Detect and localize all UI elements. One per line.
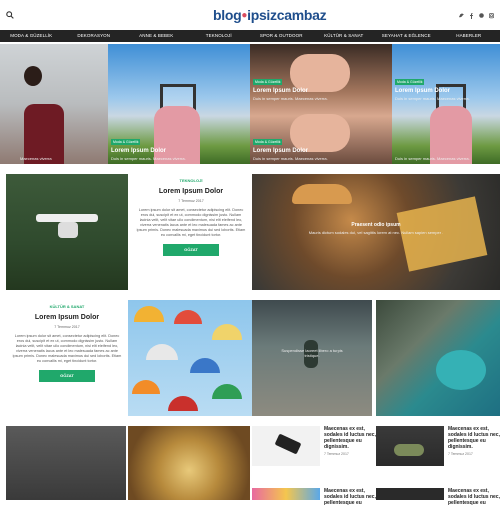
burger-title[interactable]: Praesent odio ipsum	[252, 222, 500, 228]
umbrellas-image[interactable]	[128, 300, 252, 416]
nav-item-haberler[interactable]: HABERLER	[438, 30, 500, 42]
hiker-image[interactable]: Suspendisse laoreet libero a turpis tris…	[252, 300, 372, 416]
card-excerpt: Lorem ipsum dolor sit amet, consectetur …	[130, 208, 252, 238]
card-excerpt: Lorem ipsum dolor sit amet, consectetur …	[6, 334, 128, 364]
shoe-shape	[394, 444, 424, 456]
map-pin-icon: ●	[241, 10, 247, 21]
lagoon-shape	[436, 350, 486, 390]
nav-item-teknoloji[interactable]: TEKNOLOJİ	[188, 30, 251, 42]
article-card-1: TEKNOLOJİ Lorem Ipsum Dolor 7 Temmuz 201…	[130, 174, 252, 290]
ceiling-image[interactable]	[128, 426, 250, 500]
umbrella-shape	[212, 384, 242, 399]
main-nav: MODA & GÜZELLİK DEKORASYON ANNE & BEBEK …	[0, 30, 500, 42]
category-badge[interactable]: Moda & Güzellik	[253, 139, 282, 145]
site-logo[interactable]: blog●ipsizcambaz	[213, 7, 326, 23]
hero-tile-2[interactable]: Moda & Güzellik Lorem Ipsum Dolor Duis i…	[108, 44, 250, 164]
nav-item-kultur[interactable]: KÜLTÜR & SANAT	[313, 30, 376, 42]
facebook-icon[interactable]	[469, 13, 474, 19]
umbrella-shape	[146, 344, 178, 360]
colorful-image[interactable]	[252, 488, 320, 500]
nav-item-seyahat[interactable]: SEYAHAT & EĞLENCE	[375, 30, 438, 42]
card-category[interactable]: TEKNOLOJİ	[130, 178, 252, 183]
side-post-title[interactable]: Maecenas ex est, sodales id luctus nec, …	[324, 426, 376, 450]
baby-hand-shape-2	[290, 114, 350, 152]
pinterest-icon[interactable]	[479, 13, 484, 19]
card-date: 7 Temmuz 2017	[130, 199, 252, 203]
hero-tile-4[interactable]: Moda & Güzellik Lorem Ipsum Dolor Duis i…	[392, 44, 500, 164]
hero-text: Duis in semper mauris. Maecenas viverra.	[253, 156, 328, 161]
browse-button[interactable]: GÖZAT	[163, 244, 219, 256]
burger-text: Mauris dictum sodales dui, vel sagittis …	[306, 230, 446, 235]
hero-tile-3[interactable]: Moda & Güzellik Lorem Ipsum Dolor Duis i…	[250, 44, 392, 164]
umbrella-shape	[132, 380, 160, 394]
drone-body	[36, 214, 98, 222]
side-post-title[interactable]: Maecenas ex est, sodales id luctus nec, …	[448, 488, 500, 506]
hero-title[interactable]: Lorem Ipsum Dolor	[253, 88, 308, 94]
nav-item-moda[interactable]: MODA & GÜZELLİK	[0, 30, 63, 42]
instagram-icon[interactable]	[489, 13, 494, 19]
umbrella-shape	[168, 396, 198, 411]
drone-image[interactable]	[6, 174, 128, 290]
dark-image[interactable]	[376, 488, 444, 500]
hero-tile-1[interactable]: Maecenas viverra	[0, 44, 108, 164]
category-badge[interactable]: Moda & Güzellik	[111, 139, 140, 145]
category-badge[interactable]: Moda & Güzellik	[253, 79, 282, 85]
search-icon[interactable]	[6, 11, 14, 19]
side-post-date: 7 Temmuz 2017	[324, 452, 349, 456]
card-category[interactable]: KÜLTÜR & SANAT	[6, 304, 128, 309]
umbrella-shape	[134, 306, 164, 322]
model-head	[24, 66, 42, 86]
nav-item-anne-bebek[interactable]: ANNE & BEBEK	[125, 30, 188, 42]
drone-camera	[58, 222, 78, 238]
side-post-title[interactable]: Maecenas ex est, sodales id luctus nec, …	[324, 488, 376, 506]
baby-hand-shape	[290, 54, 350, 92]
hero-text: Duis in semper mauris. Maecenas viverra.	[395, 96, 470, 101]
model-coat	[24, 104, 64, 164]
logo-part2: ipsizcambaz	[247, 7, 326, 23]
logo-part1: blog	[213, 7, 241, 23]
browse-button[interactable]: GÖZAT	[39, 370, 95, 382]
article-card-2: KÜLTÜR & SANAT Lorem Ipsum Dolor 7 Temmu…	[6, 300, 128, 416]
shoes-image[interactable]	[376, 426, 444, 466]
umbrella-shape	[212, 324, 242, 340]
nav-item-spor[interactable]: SPOR & OUTDOOR	[250, 30, 313, 42]
side-post-title[interactable]: Maecenas ex est, sodales id luctus nec, …	[448, 426, 500, 450]
hero-text: Duis in semper mauris. Maecenas viverra.	[395, 156, 470, 161]
category-badge[interactable]: Moda & Güzellik	[395, 79, 424, 85]
phone-shape	[275, 433, 302, 454]
side-post-date: 7 Temmuz 2017	[448, 452, 473, 456]
hero-text: Maecenas viverra	[20, 156, 52, 161]
top-bar: blog●ipsizcambaz	[0, 0, 500, 30]
desk-image[interactable]	[6, 426, 126, 500]
nav-item-dekorasyon[interactable]: DEKORASYON	[63, 30, 126, 42]
hiker-text: Suspendisse laoreet libero a turpis tris…	[280, 348, 344, 358]
hero-title[interactable]: Lorem Ipsum Dolor	[253, 148, 308, 154]
social-links	[459, 13, 494, 19]
hero-text: Duis in semper mauris. Maecenas viverra.	[253, 96, 328, 101]
burger-bun	[292, 184, 352, 204]
phone-image[interactable]	[252, 426, 320, 466]
umbrella-shape	[174, 310, 202, 324]
hero-title[interactable]: Lorem Ipsum Dolor	[111, 148, 166, 154]
card-title[interactable]: Lorem Ipsum Dolor	[130, 188, 252, 195]
umbrella-shape	[190, 358, 220, 373]
hero-text: Duis in semper mauris. Maecenas viverra.	[111, 156, 186, 161]
hero-title[interactable]: Lorem Ipsum Dolor	[395, 88, 450, 94]
card-date: 7 Temmuz 2017	[6, 325, 128, 329]
burger-image[interactable]: Praesent odio ipsum Mauris dictum sodale…	[252, 174, 500, 290]
card-title[interactable]: Lorem Ipsum Dolor	[6, 314, 128, 321]
twitter-icon[interactable]	[459, 13, 464, 19]
coast-image[interactable]	[376, 300, 500, 416]
